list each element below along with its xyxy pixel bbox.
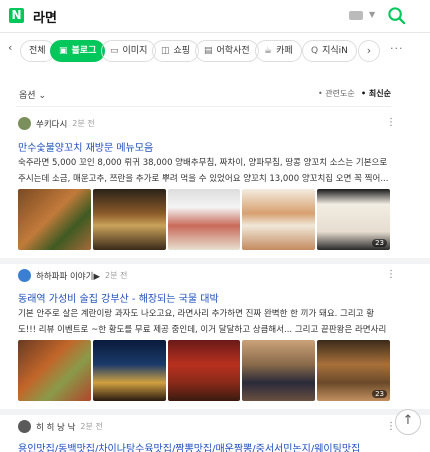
options-toggle[interactable]: 옵션 ⌄: [19, 88, 46, 101]
post-author[interactable]: 히 히 낭 낙 2분 전: [18, 420, 103, 433]
post-title[interactable]: 용인맛집/동백맛집/차이나탕수육맛집/짬뽕맛집/매운짬뽕/중서서민논지/웨이팅맛…: [18, 440, 360, 452]
post-title[interactable]: 동래역 가성비 술집 강부산 - 해장되는 국물 대박: [18, 290, 219, 305]
thumbnail-image[interactable]: [18, 189, 91, 250]
image-count-badge: 23: [372, 239, 387, 247]
post-author[interactable]: 쑤키다시 2분 전: [18, 117, 95, 130]
post-thumbnails: 23: [18, 189, 390, 250]
author-name[interactable]: 히 히 낭 낙: [36, 421, 75, 433]
post-author[interactable]: 하하파파 이야기▶ 2분 전: [18, 269, 127, 282]
search-header: N 라면 ▼: [0, 0, 430, 32]
tab-blog-label: 블로그: [71, 46, 97, 56]
sort-relevance-label: 관련도순: [325, 89, 355, 98]
chevron-down-icon: ⌄: [38, 91, 46, 101]
thumbnail-image[interactable]: [92, 189, 166, 250]
section-separator: [0, 258, 430, 264]
tab-kin[interactable]: Q 지식iN: [302, 40, 357, 62]
sort-relevance[interactable]: • 관련도순: [318, 88, 355, 99]
shopping-icon: ◫: [161, 46, 170, 56]
tab-cafe[interactable]: ☕ 카페: [255, 40, 302, 62]
post-time: 2분 전: [80, 422, 103, 431]
header-divider: [0, 32, 430, 33]
thumbnail-image[interactable]: 23: [317, 189, 390, 250]
image-icon: ▭: [110, 46, 119, 56]
more-options-icon[interactable]: ⋮: [386, 117, 396, 128]
post-thumbnails: 23: [18, 340, 390, 401]
search-icon[interactable]: [387, 6, 406, 25]
thumbnail-image[interactable]: 23: [317, 340, 390, 401]
tab-scroll-right-icon[interactable]: ›: [358, 40, 380, 62]
sort-latest[interactable]: • 최신순: [361, 88, 391, 99]
post-snippet[interactable]: 숙주라면 5,000 꼬인 8,000 뤼귀 38,000 양배추무침, 짜차이…: [18, 155, 390, 187]
thumbnail-image[interactable]: [92, 340, 166, 401]
scroll-to-top-button[interactable]: ↑: [395, 409, 421, 435]
post-snippet[interactable]: 기본 안주로 살은 계란이랑 과자도 나오고요, 라면사리 추가하면 진짜 완벽…: [18, 306, 390, 338]
section-separator: [0, 409, 430, 415]
avatar[interactable]: [18, 420, 31, 433]
image-count-badge: 23: [372, 390, 387, 398]
thumbnail-image[interactable]: [242, 189, 316, 250]
tab-all-label: 전체: [29, 46, 46, 56]
tab-scroll-left-icon[interactable]: ‹: [8, 41, 12, 54]
search-query[interactable]: 라면: [33, 7, 57, 26]
author-name[interactable]: 쑤키다시: [36, 118, 67, 130]
search-tabs: ‹ 전체 ▣ 블로그 ▭ 이미지 ◫ 쇼핑 ▤ 어학사전 ☕ 카페 Q 지식iN…: [0, 40, 430, 64]
post-time: 2분 전: [104, 271, 128, 280]
thumbnail-image[interactable]: [167, 340, 241, 401]
more-options-icon[interactable]: ⋮: [386, 269, 396, 280]
post-title[interactable]: 만수숯불양꼬치 재방문 메뉴모음: [18, 139, 153, 154]
blog-icon: ▣: [59, 46, 68, 56]
dictionary-icon: ▤: [204, 46, 213, 56]
options-label: 옵션: [19, 91, 36, 101]
thumbnail-image[interactable]: [18, 340, 91, 401]
cafe-icon: ☕: [264, 46, 273, 56]
post-time: 2분 전: [72, 119, 95, 128]
tab-kin-label: 지식iN: [322, 46, 348, 56]
author-name[interactable]: 하하파파 이야기▶: [36, 270, 100, 282]
tab-dictionary[interactable]: ▤ 어학사전: [195, 40, 259, 62]
avatar[interactable]: [18, 117, 31, 130]
q-icon: Q: [311, 46, 319, 56]
chevron-down-icon[interactable]: ▼: [369, 10, 375, 19]
keyboard-icon[interactable]: [349, 11, 363, 20]
tab-dictionary-label: 어학사전: [216, 46, 250, 56]
tab-cafe-label: 카페: [276, 46, 293, 56]
avatar[interactable]: [18, 269, 31, 282]
thumbnail-image[interactable]: [167, 189, 241, 250]
tab-shopping[interactable]: ◫ 쇼핑: [152, 40, 200, 62]
naver-logo[interactable]: N: [9, 8, 24, 23]
tab-blog[interactable]: ▣ 블로그: [50, 40, 106, 62]
thumbnail-image[interactable]: [242, 340, 316, 401]
more-icon[interactable]: ···: [390, 42, 404, 55]
tab-image-label: 이미지: [122, 46, 148, 56]
tab-shopping-label: 쇼핑: [173, 46, 191, 56]
divider: [16, 106, 391, 107]
arrow-up-icon: ↑: [402, 413, 414, 428]
tab-image[interactable]: ▭ 이미지: [101, 40, 157, 62]
sort-latest-label: 최신순: [368, 89, 391, 98]
